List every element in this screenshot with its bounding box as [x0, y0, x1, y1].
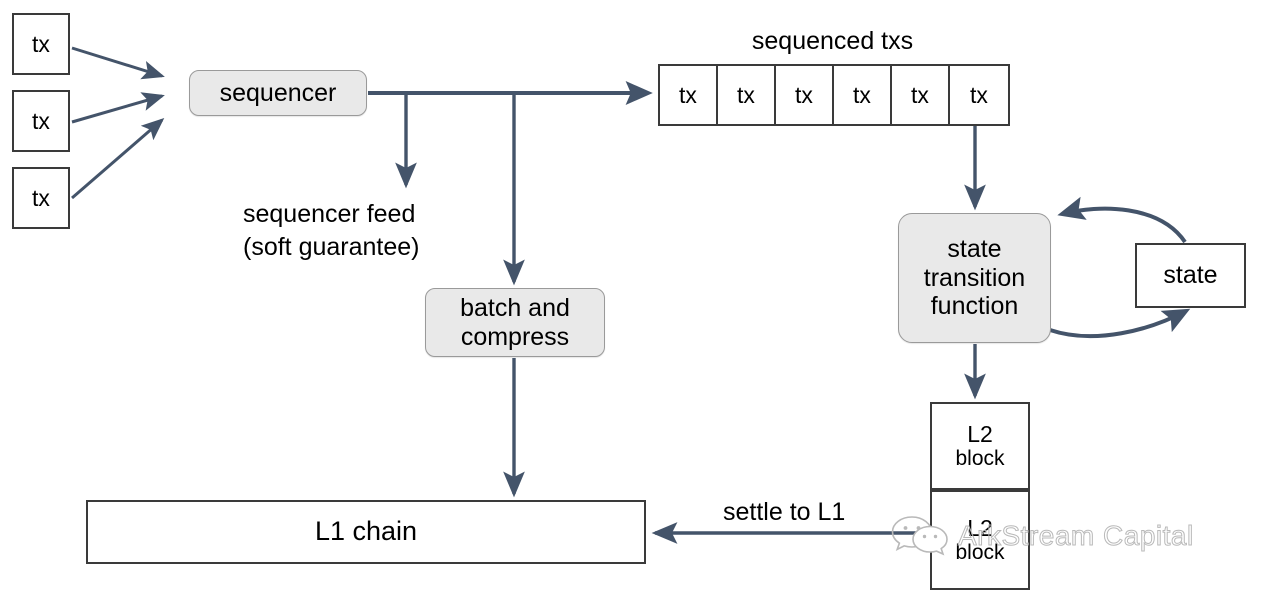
sequenced-txs-row: tx tx tx tx tx tx: [658, 64, 1010, 126]
input-tx-label: tx: [32, 30, 50, 57]
l2-block-line-1: L2: [967, 514, 993, 541]
sequencer-feed-line-1: sequencer feed: [243, 200, 416, 228]
sequenced-tx-label: tx: [911, 81, 929, 108]
sequenced-tx-label: tx: [970, 81, 988, 108]
sequenced-tx-label: tx: [853, 81, 871, 108]
l1-chain-label: L1 chain: [314, 516, 418, 547]
input-tx-label: tx: [32, 107, 50, 134]
input-tx-box-2: tx: [12, 90, 70, 152]
input-tx-label: tx: [32, 184, 50, 211]
batch-line-1: batch and: [460, 293, 570, 322]
batch-and-compress-node: batch and compress: [425, 288, 605, 357]
l2-block-line-2: block: [955, 447, 1005, 471]
l2-block-line-2: block: [955, 541, 1005, 565]
edge-tx1-to-sequencer: [71, 46, 165, 80]
sequencer-label: sequencer: [219, 78, 337, 107]
l2-block-node-2: L2 block: [930, 490, 1030, 590]
sequenced-tx-box-4: tx: [834, 66, 892, 124]
sequenced-tx-box-2: tx: [718, 66, 776, 124]
sequenced-tx-box-1: tx: [660, 66, 718, 124]
sequenced-tx-label: tx: [737, 81, 755, 108]
sequenced-tx-label: tx: [795, 81, 813, 108]
state-transition-function-node: state transition function: [898, 213, 1051, 343]
input-tx-box-3: tx: [12, 167, 70, 229]
stf-line-3: function: [930, 292, 1019, 321]
stf-line-2: transition: [923, 263, 1026, 292]
edge-state-to-stf: [1057, 196, 1187, 244]
input-tx-box-1: tx: [12, 13, 70, 75]
sequencer-feed-label: sequencer feed (soft guarantee): [243, 198, 420, 263]
l1-chain-node: L1 chain: [86, 500, 646, 564]
sequenced-tx-label: tx: [679, 81, 697, 108]
state-label: state: [1163, 261, 1218, 290]
sequenced-tx-box-3: tx: [776, 66, 834, 124]
edge-tx3-to-sequencer: [71, 118, 165, 200]
stf-line-1: state: [947, 234, 1002, 263]
l2-block-node-1: L2 block: [930, 402, 1030, 490]
sequenced-txs-title: sequenced txs: [751, 27, 914, 55]
sequenced-tx-box-5: tx: [892, 66, 950, 124]
state-node: state: [1135, 243, 1246, 308]
sequenced-tx-box-6: tx: [950, 66, 1008, 124]
diagram-canvas: tx tx tx sequencer sequencer feed (soft …: [0, 0, 1269, 600]
sequencer-node: sequencer: [189, 70, 367, 116]
edge-tx2-to-sequencer: [71, 92, 165, 124]
l2-block-line-1: L2: [967, 420, 993, 447]
batch-line-2: compress: [460, 322, 570, 351]
edge-stf-to-state: [1049, 308, 1191, 339]
sequencer-feed-line-2: (soft guarantee): [243, 232, 420, 261]
settle-to-l1-label: settle to L1: [723, 498, 846, 526]
